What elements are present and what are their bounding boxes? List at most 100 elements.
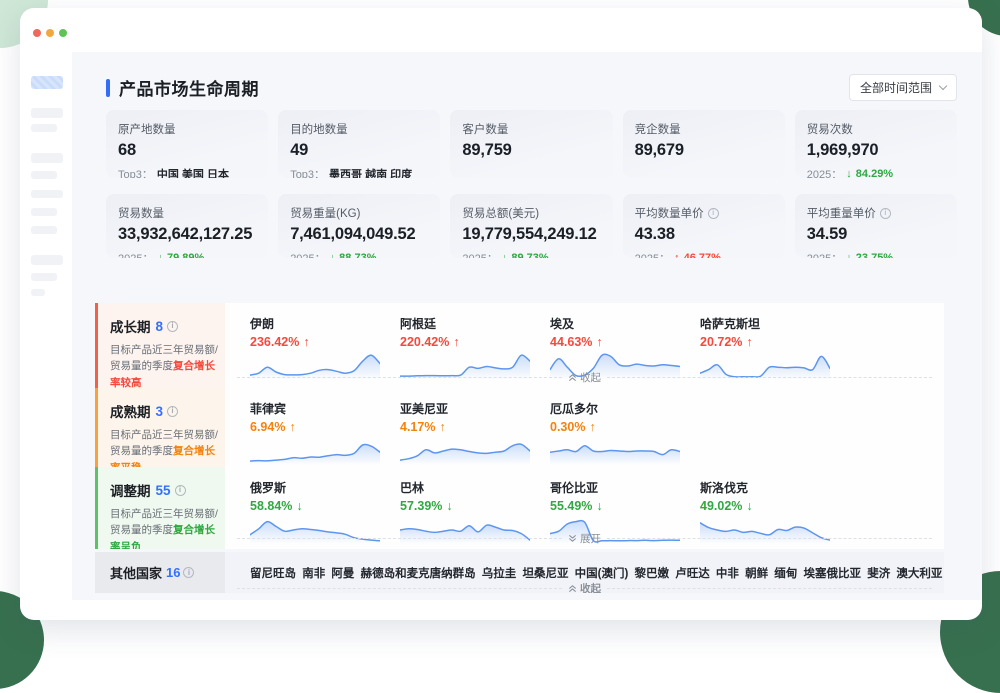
stage-chart-area: 菲律宾6.94%↑亚美尼亚4.17%↑厄瓜多尔0.30%↑ <box>225 388 944 467</box>
kpi-label: 竞企数量 <box>635 121 773 137</box>
stage-title: 成长期8i <box>110 316 217 336</box>
kpi-value: 49 <box>290 141 428 160</box>
kpi-label-text: 贸易次数 <box>807 121 853 137</box>
app-window: 产品市场生命周期 全部时间范围 原产地数量68Top3：中国 美国 日本目的地数… <box>20 8 982 620</box>
kpi-delta-value: 23.75% <box>856 252 893 258</box>
divider-line <box>237 588 562 589</box>
info-icon[interactable]: i <box>167 406 178 417</box>
arrow-up-icon: ↑ <box>596 335 602 349</box>
sidebar-item[interactable] <box>31 190 63 198</box>
kpi-label: 客户数量 <box>462 121 600 137</box>
sidebar-item[interactable] <box>31 273 57 281</box>
arrow-down-icon: ↓ <box>446 499 452 513</box>
country-delta-value: 220.42% <box>400 335 449 349</box>
kpi-sub-label: 2025： <box>118 250 153 258</box>
stage-row-1: 成长期8i目标产品近三年贸易额/贸易量的季度复合增长率较高伊朗236.42%↑阿… <box>95 303 944 388</box>
kpi-subline: 2025：↓89.73% <box>462 250 600 258</box>
kpi-card: 客户数量 89,759 <box>450 110 612 178</box>
time-range-label: 全部时间范围 <box>860 79 932 96</box>
stage-count: 8 <box>156 319 164 334</box>
sidebar-item[interactable] <box>31 124 57 132</box>
kpi-subline: 2025：↑46.77% <box>635 250 773 258</box>
kpi-subline: 2025：↓79.89% <box>118 250 256 258</box>
arrow-down-icon: ↓ <box>846 252 852 258</box>
country-trend-cell: 菲律宾6.94%↑ <box>250 400 400 467</box>
arrow-down-icon: ↓ <box>330 252 336 258</box>
sidebar-item-active[interactable] <box>31 76 63 89</box>
title-accent-bar <box>106 79 110 97</box>
info-icon[interactable]: i <box>175 485 186 496</box>
sidebar-item[interactable] <box>31 289 45 296</box>
kpi-delta-value: 89.73% <box>511 252 548 258</box>
info-icon[interactable]: i <box>167 321 178 332</box>
kpi-label-text: 目的地数量 <box>290 121 348 137</box>
kpi-subline: 2025： ↓ 23.75% <box>807 250 945 258</box>
kpi-label: 贸易数量 <box>118 205 256 221</box>
arrow-up-icon: ↑ <box>439 420 445 434</box>
kpi-sub-label: 2025： <box>290 250 325 258</box>
divider-line <box>237 377 562 378</box>
country-delta: 44.63%↑ <box>550 335 700 349</box>
kpi-subline: Top3：中国 美国 日本 <box>118 166 256 178</box>
close-button[interactable] <box>33 29 41 37</box>
country-delta: 0.30%↑ <box>550 420 700 434</box>
others-label-cell: 其他国家16i <box>95 552 225 593</box>
kpi-card: 贸易总额(美元)19,779,554,249.122025：↓89.73% <box>450 194 612 258</box>
kpi-label-text: 平均数量单价 <box>635 205 704 221</box>
collapse-toggle[interactable]: 收起 <box>237 370 932 385</box>
sidebar-item[interactable] <box>31 226 57 234</box>
sidebar-item[interactable] <box>31 255 63 265</box>
trend-sparkline <box>550 435 680 465</box>
country-delta: 6.94%↑ <box>250 420 400 434</box>
minimize-button[interactable] <box>46 29 54 37</box>
info-icon[interactable]: i <box>880 208 891 219</box>
country-name: 俄罗斯 <box>250 479 400 496</box>
others-countries-text: 留尼旺岛 南非 阿曼 赫德岛和麦克唐纳群岛 乌拉圭 坦桑尼亚 中国(澳门) 黎巴… <box>250 568 944 580</box>
divider-label: 展开 <box>568 531 601 546</box>
country-delta: 4.17% ↑ <box>400 420 550 434</box>
stage-row-3: 调整期55i目标产品近三年贸易额/贸易量的季度复合增长率呈负俄罗斯58.84%↓… <box>95 467 944 549</box>
country-delta-value: 6.94% <box>250 420 285 434</box>
kpi-sub-label: 2025： <box>807 166 842 178</box>
kpi-card: 贸易数量33,932,642,127.252025：↓79.89% <box>106 194 268 258</box>
arrow-up-icon: ↑ <box>674 252 680 258</box>
chevron-down-icon <box>939 82 947 90</box>
kpi-label: 贸易重量(KG) <box>290 205 428 221</box>
sidebar-item[interactable] <box>31 171 57 179</box>
divider-label: 收起 <box>568 581 601 593</box>
stage-row-2: 成熟期3i目标产品近三年贸易额/贸易量的季度复合增长率平稳菲律宾6.94%↑亚美… <box>95 388 944 467</box>
kpi-value: 43.38 <box>635 225 773 244</box>
country-delta-value: 4.17% <box>400 420 435 434</box>
country-delta-value: 55.49% <box>550 499 592 513</box>
collapse-toggle[interactable]: 收起 <box>237 581 932 593</box>
info-icon[interactable]: i <box>708 208 719 219</box>
double-chevron-up-icon <box>568 584 577 593</box>
country-name: 埃及 <box>550 315 700 332</box>
time-range-select[interactable]: 全部时间范围 <box>849 74 957 101</box>
stage-table: 成长期8i目标产品近三年贸易额/贸易量的季度复合增长率较高伊朗236.42%↑阿… <box>95 303 944 593</box>
kpi-sub-label: 2025： <box>807 250 842 258</box>
expand-toggle[interactable]: 展开 <box>237 531 932 546</box>
arrow-down-icon: ↓ <box>846 168 852 178</box>
kpi-value: 89,759 <box>462 141 600 160</box>
info-icon[interactable]: i <box>183 567 194 578</box>
kpi-label-text: 贸易数量 <box>118 205 164 221</box>
double-chevron-down-icon <box>568 534 577 543</box>
arrow-down-icon: ↓ <box>596 499 602 513</box>
arrow-up-icon: ↑ <box>589 420 595 434</box>
country-delta-value: 236.42% <box>250 335 299 349</box>
kpi-row-2: 贸易数量33,932,642,127.252025：↓79.89% 贸易重量(KG… <box>106 194 957 258</box>
arrow-up-icon: ↑ <box>746 335 752 349</box>
country-delta: 57.39%↓ <box>400 499 550 513</box>
divider-label: 收起 <box>568 370 601 385</box>
country-name: 斯洛伐克 <box>700 479 850 496</box>
sidebar-item[interactable] <box>31 108 63 118</box>
divider-text: 展开 <box>580 531 601 546</box>
country-trend-cell: 亚美尼亚4.17%↑ <box>400 400 550 467</box>
country-trend-cell: 厄瓜多尔0.30%↑ <box>550 400 700 467</box>
kpi-label-text: 客户数量 <box>462 121 508 137</box>
kpi-value: 1,969,970 <box>807 141 945 160</box>
sidebar-item[interactable] <box>31 208 57 216</box>
maximize-button[interactable] <box>59 29 67 37</box>
sidebar-item[interactable] <box>31 153 63 163</box>
